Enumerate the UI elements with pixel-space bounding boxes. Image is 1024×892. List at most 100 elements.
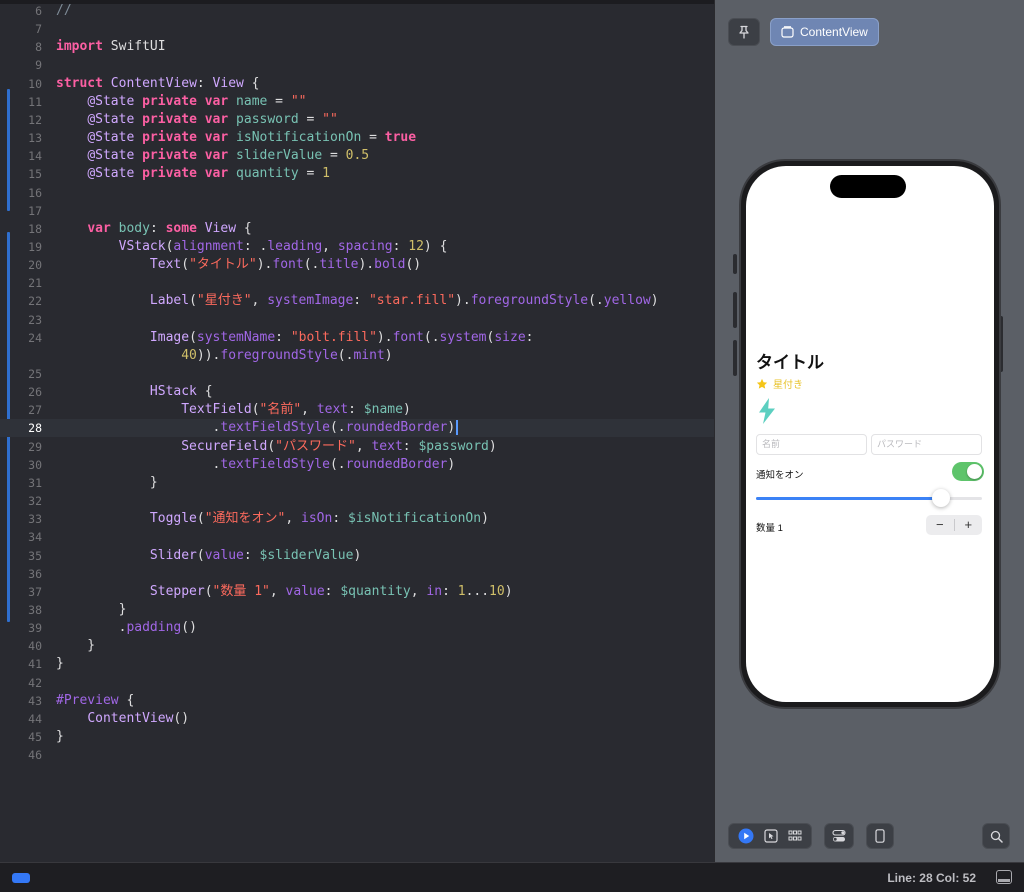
code-token: password — [236, 111, 299, 127]
code-line[interactable]: 45} — [0, 728, 714, 746]
code-text: .textFieldStyle(.roundedBorder) — [56, 456, 456, 474]
line-number: 20 — [28, 258, 42, 273]
status-bar: Line: 28 Col: 52 — [0, 862, 1024, 892]
line-number: 17 — [28, 203, 42, 218]
code-token: } — [56, 729, 64, 744]
code-line[interactable]: 38 } — [0, 601, 714, 619]
activity-indicator-icon[interactable] — [12, 873, 30, 883]
code-line[interactable]: 21 — [0, 274, 714, 292]
code-line[interactable]: 12 @State private var password = "" — [0, 111, 714, 129]
code-line[interactable]: 36 — [0, 565, 714, 583]
code-token: var — [204, 93, 229, 109]
line-number: 31 — [28, 475, 42, 490]
code-line[interactable]: 16 — [0, 184, 714, 202]
code-token: var — [204, 130, 229, 146]
code-token: : — [243, 547, 260, 563]
code-line[interactable]: 23 — [0, 311, 714, 329]
code-line[interactable]: 33 Toggle("通知をオン", isOn: $isNotification… — [0, 510, 714, 528]
code-line[interactable]: 25 — [0, 365, 714, 383]
code-token: ). — [358, 257, 375, 273]
variants-button[interactable] — [824, 823, 854, 849]
code-token: : — [353, 293, 369, 309]
code-line[interactable]: 13 @State private var isNotificationOn =… — [0, 129, 714, 147]
code-line[interactable]: 30 .textFieldStyle(.roundedBorder) — [0, 456, 714, 474]
code-line[interactable]: 20 Text("タイトル").font(.title).bold() — [0, 256, 714, 274]
stepper-increment-button[interactable]: + — [955, 515, 983, 535]
code-line[interactable]: 40 } — [0, 637, 714, 655]
code-line[interactable]: 31 } — [0, 474, 714, 492]
code-line[interactable]: 28 .textFieldStyle(.roundedBorder) — [0, 419, 714, 438]
zoom-button[interactable] — [982, 823, 1010, 849]
code-token: private — [142, 111, 197, 127]
code-line[interactable]: 34 — [0, 528, 714, 546]
code-editor[interactable]: 6 // 7 8 import SwiftUI 9 10 struct ContentView… — [0, 0, 714, 862]
line-number: 29 — [28, 439, 42, 454]
grid-mode-button[interactable] — [788, 829, 802, 843]
stepper-decrement-button[interactable]: − — [926, 515, 954, 535]
code-token: body — [118, 220, 150, 236]
code-line[interactable]: 8 import SwiftUI — [0, 38, 714, 56]
line-number: 16 — [28, 185, 42, 200]
code-token: 1 — [322, 166, 330, 182]
code-line[interactable]: 40)).foregroundStyle(.mint) — [0, 347, 714, 365]
live-preview-button[interactable] — [738, 828, 754, 844]
code-token: () — [181, 620, 197, 636]
code-line[interactable]: 46 — [0, 746, 714, 764]
pin-preview-button[interactable] — [728, 18, 760, 46]
code-token: Text — [149, 257, 182, 273]
code-line[interactable]: 35 Slider(value: $sliderValue) — [0, 547, 714, 565]
code-line[interactable]: 43 #Preview { — [0, 692, 714, 710]
code-token: foregroundStyle — [470, 293, 589, 309]
code-line[interactable]: 7 — [0, 20, 714, 38]
code-line[interactable]: 14 @State private var sliderValue = 0.5 — [0, 147, 714, 165]
code-line[interactable]: 42 — [0, 674, 714, 692]
code-line[interactable]: 22 Label("星付き", systemImage: "star.fill"… — [0, 292, 714, 310]
code-text: import SwiftUI — [56, 38, 166, 56]
code-line[interactable]: 10 struct ContentView: View { — [0, 75, 714, 93]
code-line[interactable]: 17 — [0, 202, 714, 220]
device-settings-button[interactable] — [866, 823, 894, 849]
star-icon — [756, 378, 768, 389]
code-line[interactable]: 39 .padding() — [0, 619, 714, 637]
code-token: SecureField — [181, 438, 268, 454]
line-number: 6 — [35, 4, 42, 18]
name-text-field[interactable]: 名前 — [756, 434, 867, 455]
line-number: 35 — [28, 548, 42, 563]
code-line[interactable]: 19 VStack(alignment: .leading, spacing: … — [0, 238, 714, 256]
code-token: View — [204, 220, 237, 236]
code-line[interactable]: 27 TextField("名前", text: $name) — [0, 401, 714, 419]
code-line[interactable]: 9 — [0, 56, 714, 74]
slider-thumb[interactable] — [932, 489, 951, 507]
code-token: system — [439, 329, 487, 345]
code-token: ) — [447, 456, 456, 472]
selectable-mode-button[interactable] — [764, 829, 778, 843]
quantity-stepper: − + — [926, 515, 982, 535]
code-line[interactable]: 18 var body: some View { — [0, 220, 714, 238]
code-line[interactable]: 11 @State private var name = "" — [0, 93, 714, 111]
code-line[interactable]: 26 HStack { — [0, 383, 714, 401]
notification-toggle[interactable] — [952, 462, 984, 481]
code-line[interactable]: 41} — [0, 655, 714, 673]
code-token: . — [56, 620, 127, 636]
code-line[interactable]: 15 @State private var quantity = 1 — [0, 165, 714, 183]
code-text: } — [56, 601, 127, 619]
code-line[interactable]: 37 Stepper("数量 1", value: $quantity, in:… — [0, 583, 714, 601]
code-line[interactable]: 29 SecureField("パスワード", text: $password) — [0, 438, 714, 456]
code-line[interactable]: 32 — [0, 492, 714, 510]
code-line[interactable]: 6 // — [0, 2, 714, 20]
code-line[interactable]: 44 ContentView() — [0, 710, 714, 728]
code-token: text — [371, 438, 403, 454]
content-view-button[interactable]: ContentView — [770, 18, 879, 46]
password-secure-field[interactable]: パスワード — [871, 434, 982, 455]
line-number: 42 — [28, 675, 42, 690]
code-token: } — [56, 474, 158, 490]
code-line[interactable]: 24 Image(systemName: "bolt.fill").font(.… — [0, 329, 714, 347]
toggle-debug-area-icon[interactable] — [996, 870, 1012, 884]
